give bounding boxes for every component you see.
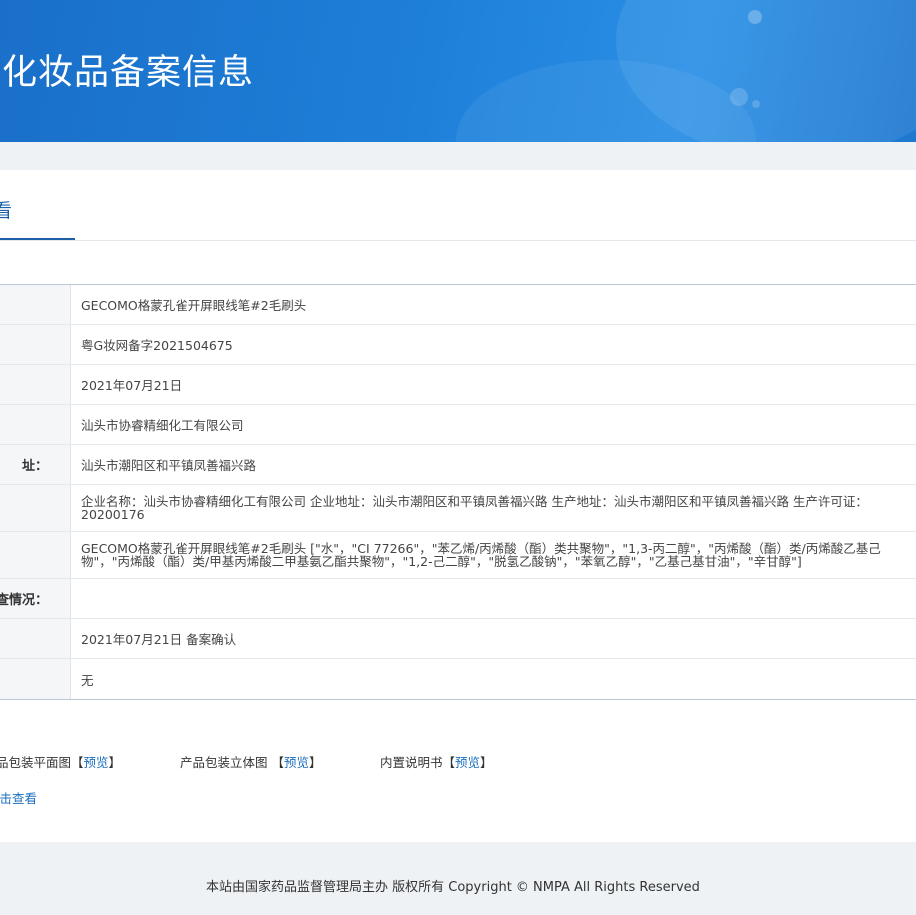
tab-bar: 查看 (0, 170, 916, 241)
ingredients-line2: 物"，"丙烯酸（酯）类/甲基丙烯酸二甲基氨乙酯共聚物"，"1,2-己二醇"，"脱… (81, 554, 802, 569)
record-number-value: 粤G妆网备字2021504675 (81, 338, 233, 353)
preview-link[interactable]: 预览 (84, 755, 109, 770)
table-row: 汕头市协睿精细化工有限公司 (0, 405, 916, 445)
header-banner: 通化妆品备案信息 (0, 0, 916, 142)
row-label (0, 405, 71, 444)
info-table: GECOMO格蒙孔雀开屏眼线笔#2毛刷头 粤G妆网备字2021504675 20… (0, 284, 916, 700)
row-label (0, 659, 71, 699)
banner-dot (752, 100, 760, 108)
attachment-3d-pack: 产品包装立体图 【预览】 (180, 752, 322, 771)
inspection-status-value (71, 579, 916, 618)
table-row: 查情况： (0, 579, 916, 619)
record-status-value: 2021年07月21日 备案确认 (81, 632, 237, 647)
row-label (0, 285, 71, 324)
table-row: 企业名称：汕头市协睿精细化工有限公司 企业地址：汕头市潮阳区和平镇凤善福兴路 生… (0, 485, 916, 532)
table-row: 粤G妆网备字2021504675 (0, 325, 916, 365)
table-row: GECOMO格蒙孔雀开屏眼线笔#2毛刷头 ["水"，"CI 77266"，"苯乙… (0, 532, 916, 579)
banner-dot (748, 10, 762, 24)
footer: 本站由国家药品监督管理局主办 版权所有 Copyright © NMPA All… (0, 842, 916, 915)
manufacturer-info-line2: 20200176 (81, 507, 145, 522)
page-title: 通化妆品备案信息 (0, 53, 255, 93)
bracket: 】 (480, 755, 493, 770)
record-date-value: 2021年07月21日 (81, 378, 183, 393)
manufacturer-info-value: 企业名称：汕头市协睿精细化工有限公司 企业地址：汕头市潮阳区和平镇凤善福兴路 生… (71, 485, 916, 531)
bracket: 【 (442, 755, 456, 770)
copyright-text: 本站由国家药品监督管理局主办 版权所有 Copyright © NMPA All… (206, 880, 700, 895)
bracket: 】 (309, 755, 322, 770)
attachment-label: 产品包装立体图 (180, 755, 272, 770)
row-label (0, 532, 71, 578)
attachment-label: 内置说明书 (380, 755, 443, 770)
preview-link[interactable]: 预览 (284, 755, 309, 770)
tab-view[interactable]: 查看 (0, 196, 12, 223)
registrant-value: 汕头市协睿精细化工有限公司 (81, 418, 244, 433)
row-label (0, 325, 71, 364)
banner-dot (730, 88, 748, 106)
detail-card: 查看 GECOMO格蒙孔雀开屏眼线笔#2毛刷头 粤G妆网备字2021504675… (0, 170, 916, 842)
product-name-value: GECOMO格蒙孔雀开屏眼线笔#2毛刷头 (81, 298, 307, 313)
bracket: 】 (108, 755, 122, 770)
tab-active-indicator (0, 238, 75, 240)
table-row: 无 (0, 659, 916, 699)
registrant-address-value: 汕头市潮阳区和平镇凤善福兴路 (81, 458, 257, 473)
row-label: 查情况： (0, 579, 71, 618)
attachment-label: 品包装平面图 (0, 755, 72, 770)
preview-link[interactable]: 预览 (455, 755, 480, 770)
table-row: 址： 汕头市潮阳区和平镇凤善福兴路 (0, 445, 916, 485)
row-label: 址： (0, 445, 71, 484)
table-row: GECOMO格蒙孔雀开屏眼线笔#2毛刷头 (0, 285, 916, 325)
attachment-flat-pack: 品包装平面图【预览】 (0, 752, 121, 771)
table-row: 2021年07月21日 备案确认 (0, 619, 916, 659)
bracket: 【 (271, 755, 284, 770)
row-label (0, 485, 71, 531)
row-label (0, 619, 71, 658)
attachment-manual: 内置说明书【预览】 (380, 752, 493, 771)
row-label (0, 365, 71, 404)
table-row: 2021年07月21日 (0, 365, 916, 405)
manufacturer-info-line1: 企业名称：汕头市协睿精细化工有限公司 企业地址：汕头市潮阳区和平镇凤善福兴路 生… (81, 494, 868, 509)
view-more-link[interactable]: 点击查看 (0, 788, 37, 807)
bracket: 【 (71, 755, 84, 770)
ingredients-value: GECOMO格蒙孔雀开屏眼线笔#2毛刷头 ["水"，"CI 77266"，"苯乙… (71, 532, 916, 578)
remarks-value: 无 (81, 672, 94, 688)
